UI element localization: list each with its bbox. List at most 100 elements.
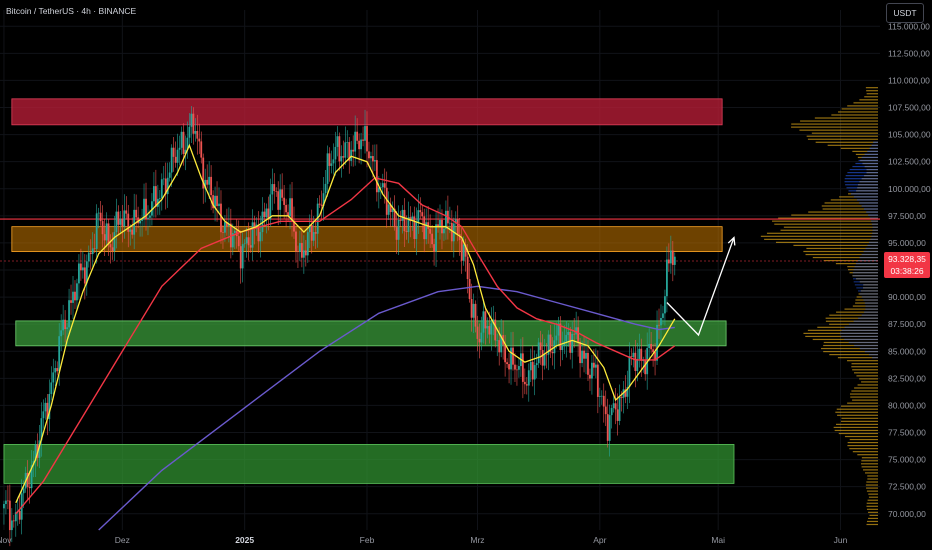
vp-bar-orange [861,466,878,468]
currency-button[interactable]: USDT [886,3,924,23]
vp-bar-orange [866,520,878,523]
candle-body [539,342,542,350]
candle-body [585,352,587,359]
vp-bar-orange [799,129,878,131]
vp-bar-orange [807,138,878,140]
last-price-value: 93.328,35 [888,254,926,264]
candle-body [300,243,303,258]
candle-body [523,381,526,385]
candle-body [247,237,250,246]
vp-bar-orange [791,214,878,216]
candle-body [360,139,362,150]
vp-bar-blue [846,187,878,189]
candle-body [421,212,424,217]
candle-body [154,186,157,207]
vp-bar-orange [867,499,878,501]
candle-body [510,347,512,370]
vp-bar-blue [871,223,878,225]
vp-bar-orange [860,463,878,465]
vp-bar-blue [861,253,878,256]
candle-body [275,191,278,192]
candle-body [271,184,274,195]
candle-body [216,195,218,207]
candle-body [644,360,647,375]
y-tick-label: 87.500,00 [888,319,926,329]
vp-bar-orange [866,505,878,507]
vp-bar-orange [859,378,878,380]
vp-bar-blue [852,165,878,168]
y-tick-label: 80.000,00 [888,400,926,410]
x-tick-label: Nov [0,535,12,545]
x-tick-label: Dez [115,535,130,545]
y-tick-label: 107.500,00 [888,103,931,113]
candle-body [346,142,349,143]
vp-bar-blue [863,299,878,301]
vp-bar-blue [870,238,878,240]
vp-bar-blue [869,354,878,356]
vp-bar-orange [865,472,878,474]
candle-body [22,488,25,494]
candle-body [273,184,276,192]
symbol-title[interactable]: Bitcoin / TetherUS · 4h · BINANCE [6,6,136,16]
candle-body [8,500,11,531]
vp-bar-orange [857,454,878,456]
candle-body [194,131,197,134]
x-tick-label: Jun [834,535,848,545]
candle-body [516,369,518,371]
candle-body [354,131,357,152]
candle-body [131,229,134,235]
candle-body [237,236,240,247]
candle-body [476,326,479,339]
price-chart[interactable]: 115.000,00112.500,00110.000,00107.500,00… [0,0,932,550]
vp-bar-blue [845,184,878,186]
candle-body [56,368,59,372]
candle-body [636,358,639,371]
candle-body [372,156,374,162]
candle-body [514,364,516,370]
vp-bar-blue [844,178,878,180]
candle-body [208,176,211,185]
vp-bar-blue [858,159,878,162]
vp-bar-orange [772,220,878,222]
vp-bar-blue [848,323,878,325]
candle-body [336,136,339,147]
candle-body [178,147,181,150]
vp-bar-blue [851,193,878,195]
candle-body [413,216,416,239]
candle-body [70,300,72,303]
vp-bar-orange [834,429,878,432]
candle-body [50,382,53,395]
candle-body [174,156,177,163]
candle-body [42,411,45,419]
candle-body [222,232,224,233]
vp-bar-orange [864,96,878,98]
candle-body [399,219,402,221]
candle-body [638,348,641,359]
candle-body [423,216,426,240]
candle-body [93,248,96,249]
candle-body [83,267,86,284]
vp-bar-blue [856,287,878,289]
candle-body [561,345,564,351]
vp-bar-orange [866,90,878,92]
candle-body [591,362,593,379]
candle-body [486,326,489,329]
vp-bar-blue [865,305,878,307]
candle-body [671,250,674,265]
candle-body [559,323,562,351]
candle-body [192,113,195,134]
vp-bar-orange [865,87,878,89]
candle-body [196,131,199,139]
vp-bar-orange [861,381,878,383]
candle-body [614,403,617,410]
candle-body [103,234,106,241]
candle-body [285,204,287,213]
candle-body [241,244,244,269]
vp-bar-blue [864,153,878,156]
vp-bar-blue [844,181,878,183]
vp-bar-blue [854,266,878,268]
vp-bar-orange [867,475,878,477]
vp-bar-orange [851,390,878,392]
vp-bar-orange [865,484,878,486]
candle-body [527,370,530,386]
